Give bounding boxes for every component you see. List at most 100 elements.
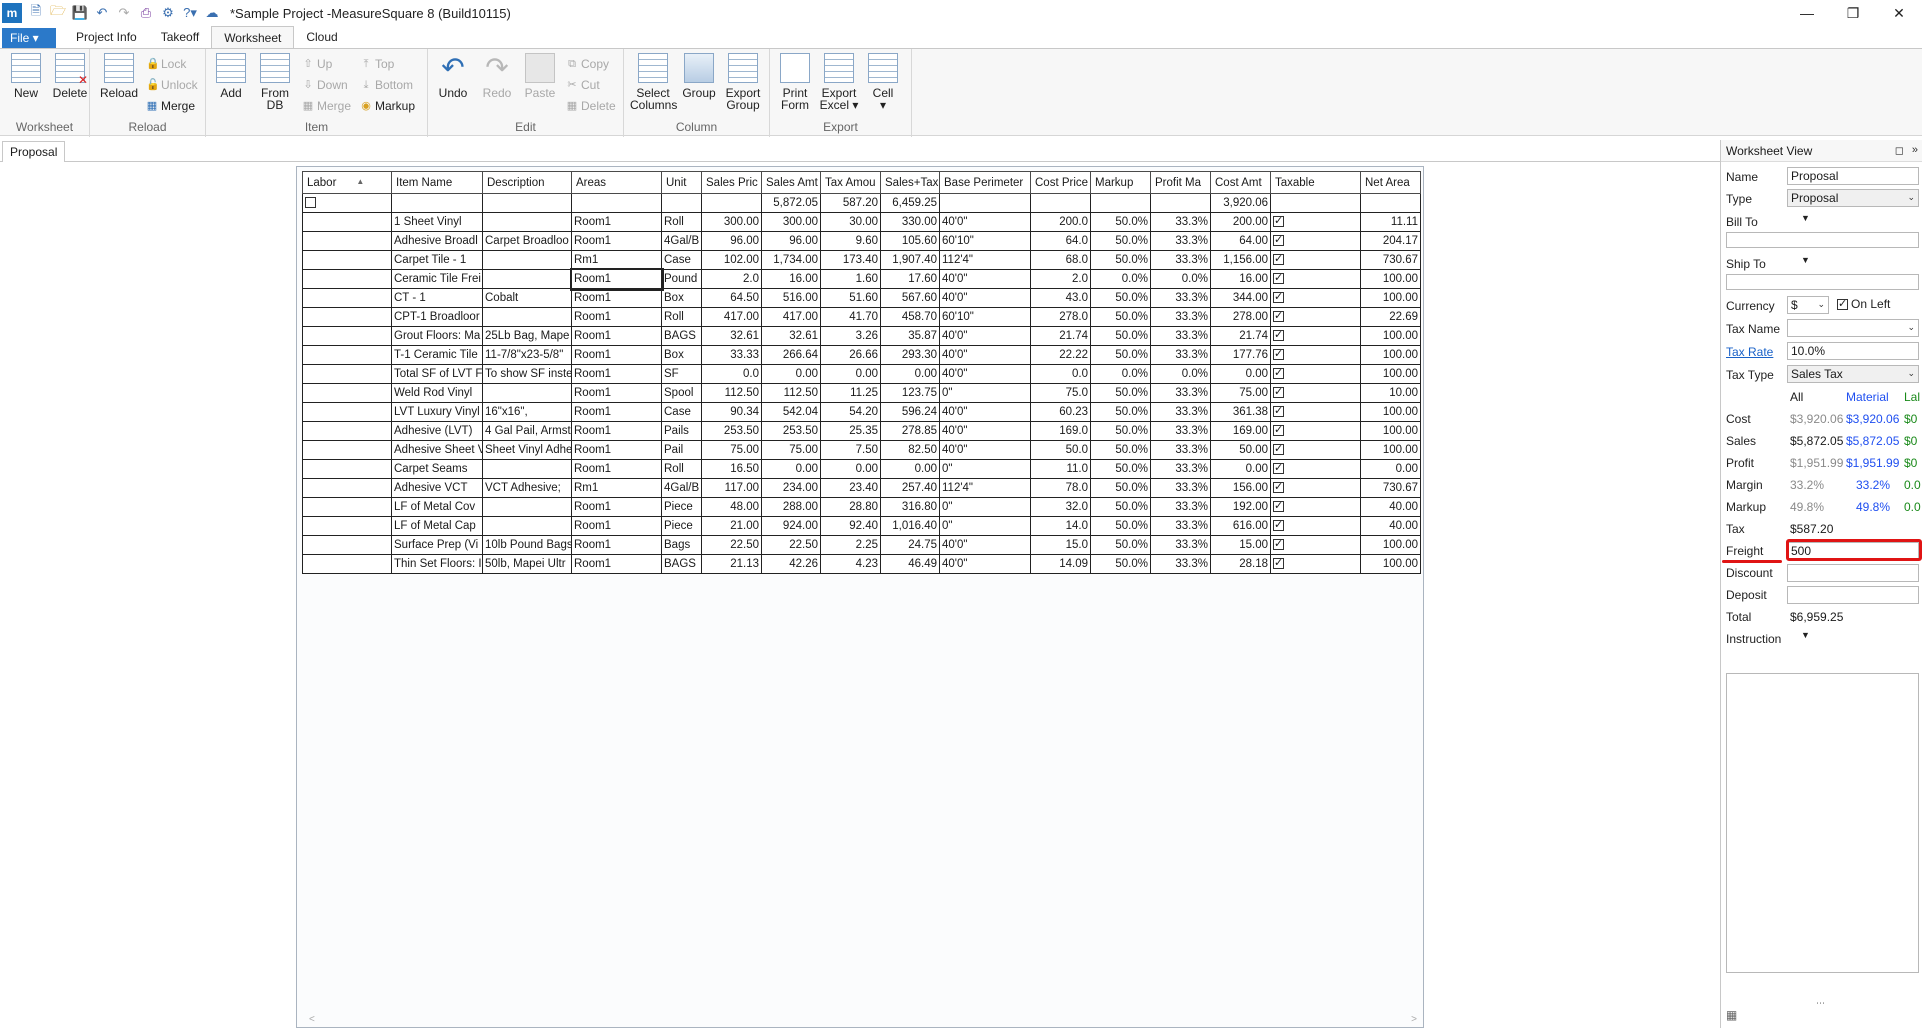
table-cell[interactable]: 417.00 [761, 307, 821, 327]
col-net-area[interactable]: Net Area [1360, 171, 1421, 194]
table-cell[interactable]: 16"x16", [482, 402, 572, 422]
table-cell[interactable]: 458.70 [880, 307, 940, 327]
table-cell[interactable] [482, 497, 572, 517]
table-row[interactable]: 1 Sheet Vinyl Room1 Roll 300.00 300.00 30.00 3… [302, 212, 1421, 232]
table-row[interactable]: Ceramic Tile Frei Room1 Pound 2.0 16.00 1.60 1… [302, 267, 1421, 291]
table-cell[interactable]: 100.00 [1360, 402, 1421, 422]
on-left-checkbox[interactable] [1837, 297, 1848, 311]
table-cell[interactable]: 50.0% [1090, 421, 1151, 441]
table-cell[interactable]: 33.3% [1150, 421, 1211, 441]
table-cell[interactable]: 0.0 [701, 364, 762, 384]
table-cell[interactable]: 253.50 [701, 421, 762, 441]
table-cell[interactable]: 17.60 [880, 269, 940, 289]
lock-button[interactable]: 🔒 Lock [146, 55, 186, 73]
col-tax-amount[interactable]: Tax Amou [820, 171, 881, 194]
table-cell[interactable] [1270, 440, 1361, 460]
table-cell[interactable]: Total SF of LVT F [391, 364, 483, 384]
table-cell[interactable]: 32.61 [701, 326, 762, 346]
table-cell[interactable] [302, 326, 392, 346]
taxable-checkbox[interactable] [1273, 252, 1284, 266]
table-cell[interactable]: 112.50 [761, 383, 821, 403]
print-icon[interactable]: ⎙ [138, 5, 154, 21]
new-worksheet-button[interactable]: New [5, 53, 47, 99]
on-left-option[interactable]: On Left [1837, 297, 1890, 311]
table-cell[interactable]: 278.85 [880, 421, 940, 441]
table-cell[interactable]: 0.0% [1150, 269, 1211, 289]
table-cell[interactable]: 4 Gal Pail, Armst [482, 421, 572, 441]
table-cell[interactable]: Room1 [571, 535, 662, 555]
table-cell[interactable]: 78.0 [1030, 478, 1091, 498]
table-cell[interactable]: 169.0 [1030, 421, 1091, 441]
taxable-checkbox[interactable] [1273, 423, 1284, 437]
table-cell[interactable]: 75.00 [761, 440, 821, 460]
table-cell[interactable]: 266.64 [761, 345, 821, 365]
table-cell[interactable]: 75.00 [701, 440, 762, 460]
table-cell[interactable] [1270, 383, 1361, 403]
table-cell[interactable] [1270, 212, 1361, 232]
table-cell[interactable]: 567.60 [880, 288, 940, 308]
table-cell[interactable]: 40'0" [939, 554, 1031, 574]
table-cell[interactable]: 50.0% [1090, 459, 1151, 479]
table-cell[interactable]: Room1 [571, 421, 662, 441]
table-cell[interactable] [302, 402, 392, 422]
table-cell[interactable] [482, 383, 572, 403]
redo-icon[interactable]: ↷ [116, 5, 132, 21]
table-cell[interactable] [482, 269, 572, 289]
table-cell[interactable] [1270, 345, 1361, 365]
taxable-checkbox[interactable] [1273, 461, 1284, 475]
table-cell[interactable]: 2.0 [701, 269, 762, 289]
table-cell[interactable]: 11.0 [1030, 459, 1091, 479]
table-cell[interactable]: 33.3% [1150, 554, 1211, 574]
table-cell[interactable]: Carpet Tile - 1 [391, 250, 483, 270]
table-cell[interactable]: 100.00 [1360, 326, 1421, 346]
table-cell[interactable] [302, 288, 392, 308]
ship-to-field[interactable] [1726, 274, 1919, 290]
table-cell[interactable] [1270, 516, 1361, 536]
table-cell[interactable]: SF [661, 364, 702, 384]
table-cell[interactable]: 123.75 [880, 383, 940, 403]
table-cell[interactable]: LF of Metal Cov [391, 497, 483, 517]
table-cell[interactable]: 100.00 [1360, 269, 1421, 289]
table-cell[interactable]: 50.0% [1090, 231, 1151, 251]
table-cell[interactable]: 42.26 [761, 554, 821, 574]
table-cell[interactable]: 0" [939, 383, 1031, 403]
table-cell[interactable] [1270, 326, 1361, 346]
table-cell[interactable]: Carpet Broadloo [482, 231, 572, 251]
col-base-perimeter[interactable]: Base Perimeter [939, 171, 1031, 194]
table-cell[interactable]: 16.00 [761, 269, 821, 289]
table-cell[interactable]: 32.61 [761, 326, 821, 346]
table-cell[interactable]: 50.0% [1090, 497, 1151, 517]
table-cell[interactable] [302, 478, 392, 498]
table-cell[interactable]: Surface Prep (Vi [391, 535, 483, 555]
move-down-button[interactable]: ⇩ Down [302, 76, 347, 94]
table-cell[interactable]: 35.87 [880, 326, 940, 346]
table-cell[interactable]: Ceramic Tile Frei [391, 269, 483, 289]
table-cell[interactable]: 33.3% [1150, 345, 1211, 365]
table-cell[interactable]: Room1 [571, 554, 662, 574]
table-cell[interactable]: 50.0% [1090, 478, 1151, 498]
table-cell[interactable]: Room1 [571, 307, 662, 327]
table-cell[interactable]: 100.00 [1360, 364, 1421, 384]
table-row[interactable]: CT - 1 Cobalt Room1 Box 64.50 516.00 51.60 567.… [302, 288, 1421, 308]
table-cell[interactable]: 50.0% [1090, 535, 1151, 555]
table-cell[interactable]: Roll [661, 459, 702, 479]
table-cell[interactable]: 25.35 [820, 421, 881, 441]
col-areas[interactable]: Areas [571, 171, 662, 194]
table-cell[interactable]: 33.33 [701, 345, 762, 365]
table-cell[interactable]: Weld Rod Vinyl [391, 383, 483, 403]
table-row[interactable]: Carpet Seams Room1 Roll 16.50 0.00 0.00 0.00 0"… [302, 459, 1421, 479]
table-cell[interactable]: 33.3% [1150, 478, 1211, 498]
table-cell[interactable]: 0.00 [761, 364, 821, 384]
table-cell[interactable]: 21.13 [701, 554, 762, 574]
cloud-icon[interactable]: ☁ [204, 5, 220, 21]
table-cell[interactable]: 330.00 [880, 212, 940, 232]
table-cell[interactable]: 41.70 [820, 307, 881, 327]
table-cell[interactable]: 50.0% [1090, 250, 1151, 270]
worksheet-grid[interactable]: Labor ▲ Item Name Description Areas Unit … [296, 166, 1424, 1028]
table-cell[interactable]: 15.0 [1030, 535, 1091, 555]
table-cell[interactable] [482, 307, 572, 327]
col-sales-price[interactable]: Sales Pric [701, 171, 762, 194]
table-cell[interactable]: Room1 [571, 212, 662, 232]
table-cell[interactable]: 257.40 [880, 478, 940, 498]
table-cell[interactable]: 0.00 [761, 459, 821, 479]
